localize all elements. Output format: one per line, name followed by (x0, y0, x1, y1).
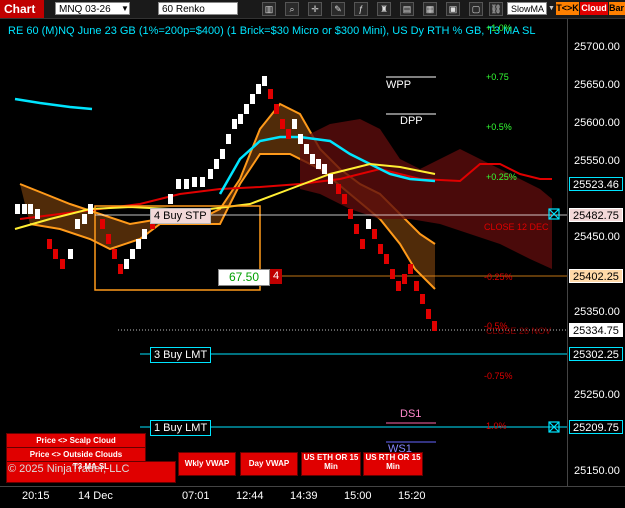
crosshair-icon[interactable]: ✛ (308, 2, 322, 16)
bar-button[interactable]: Bar (609, 2, 625, 15)
instrument-selector[interactable]: MNQ 03-26 (55, 2, 130, 15)
wpp-label: WPP (386, 79, 412, 91)
buy1-price-marker: 25209.75 (569, 420, 623, 434)
stop-price-marker: 25482.75 (569, 208, 623, 222)
price-tick: 25350.00 (574, 306, 620, 318)
price-tick: 25700.00 (574, 41, 620, 53)
time-tick: 14:39 (290, 490, 318, 502)
time-tick: 14 Dec (78, 490, 113, 502)
pct-level-minus025: -0.25% (484, 272, 513, 282)
us-eth-or-button[interactable]: US ETH OR 15 Min (301, 452, 361, 476)
price-tick: 25650.00 (574, 79, 620, 91)
pct-level-plus05: +0.5% (486, 122, 512, 132)
pct-level-minus075: -0.75% (484, 371, 513, 381)
copyright-text: © 2025 NinjaTrader, LLC (8, 463, 130, 475)
last-price-marker: 25334.75 (569, 323, 623, 337)
slowma-selector[interactable]: SlowMA (507, 2, 547, 15)
strategies-icon[interactable]: ♜ (377, 2, 391, 16)
dpp-label: DPP (400, 115, 423, 127)
current-ma-price-marker: 25523.46 (569, 177, 623, 191)
chart-tab[interactable]: Chart (0, 0, 44, 18)
toolbar: Chart MNQ 03-26 ▼ 60 Renko ▥ ⌕ ✛ ✎ ƒ ♜ ▤… (0, 0, 625, 19)
buy-limit-order-1-label[interactable]: 1 Buy LMT (150, 420, 212, 436)
chart-title: RE 60 (M)NQ June 23 GB (1%=200p=$400) (1… (8, 25, 536, 37)
buy-limit-order-3-label[interactable]: 3 Buy LMT (150, 347, 212, 363)
template-icon[interactable]: ▢ (469, 2, 483, 16)
ds1-label: DS1 (400, 408, 422, 420)
bar-style-icon[interactable]: ▥ (262, 2, 276, 16)
us-rth-or-button[interactable]: US RTH OR 15 Min (363, 452, 423, 476)
cloud-button[interactable]: Cloud (580, 2, 608, 15)
draw-tools-icon[interactable]: ✎ (331, 2, 345, 16)
price-tick: 25600.00 (574, 117, 620, 129)
position-qty[interactable]: 4 (270, 269, 282, 284)
buy-stop-order-label[interactable]: 4 Buy STP (150, 208, 211, 224)
pct-level-plus1: +1.0% (486, 23, 512, 33)
mid-price-marker: 25402.25 (569, 269, 623, 283)
wkly-vwap-button[interactable]: Wkly VWAP (178, 452, 236, 476)
time-tick: 20:15 (22, 490, 50, 502)
indicators-icon[interactable]: ƒ (354, 2, 368, 16)
time-tick: 15:20 (398, 490, 426, 502)
pct-level-minus1: 1.0% (486, 421, 507, 431)
price-tick: 25250.00 (574, 389, 620, 401)
time-axis[interactable]: 20:15 14 Dec 07:01 12:44 14:39 15:00 15:… (0, 486, 625, 508)
tck-button[interactable]: T<>K (556, 2, 579, 15)
buy3-price-marker: 25302.25 (569, 347, 623, 361)
link-icon[interactable]: ⛓ (489, 2, 503, 16)
chevron-down-icon[interactable]: ▼ (121, 2, 129, 15)
bar-type-selector[interactable]: 60 Renko (158, 2, 238, 15)
pct-level-plus075: +0.75 (486, 72, 509, 82)
time-tick: 15:00 (344, 490, 372, 502)
time-tick: 12:44 (236, 490, 264, 502)
data-box-icon[interactable]: ▣ (446, 2, 460, 16)
price-axis[interactable]: 25700.00 25650.00 25600.00 25550.00 2545… (567, 19, 625, 486)
day-vwap-button[interactable]: Day VWAP (240, 452, 298, 476)
price-tick: 25450.00 (574, 231, 620, 243)
chevron-down-icon[interactable]: ▼ (548, 2, 555, 15)
time-tick: 07:01 (182, 490, 210, 502)
chart-panel[interactable]: RE 60 (M)NQ June 23 GB (1%=200p=$400) (1… (0, 19, 567, 486)
price-tick: 25550.00 (574, 155, 620, 167)
close-26nov-label: CLOSE 26 NOV (486, 326, 552, 336)
zoom-icon[interactable]: ⌕ (285, 2, 299, 16)
pct-level-plus025: +0.25% (486, 172, 517, 182)
position-pnl[interactable]: 67.50 (218, 269, 270, 286)
chart-trader-icon[interactable]: ▦ (423, 2, 437, 16)
properties-icon[interactable]: ▤ (400, 2, 414, 16)
price-tick: 25150.00 (574, 465, 620, 477)
close-12dec-label: CLOSE 12 DEC (484, 222, 549, 232)
